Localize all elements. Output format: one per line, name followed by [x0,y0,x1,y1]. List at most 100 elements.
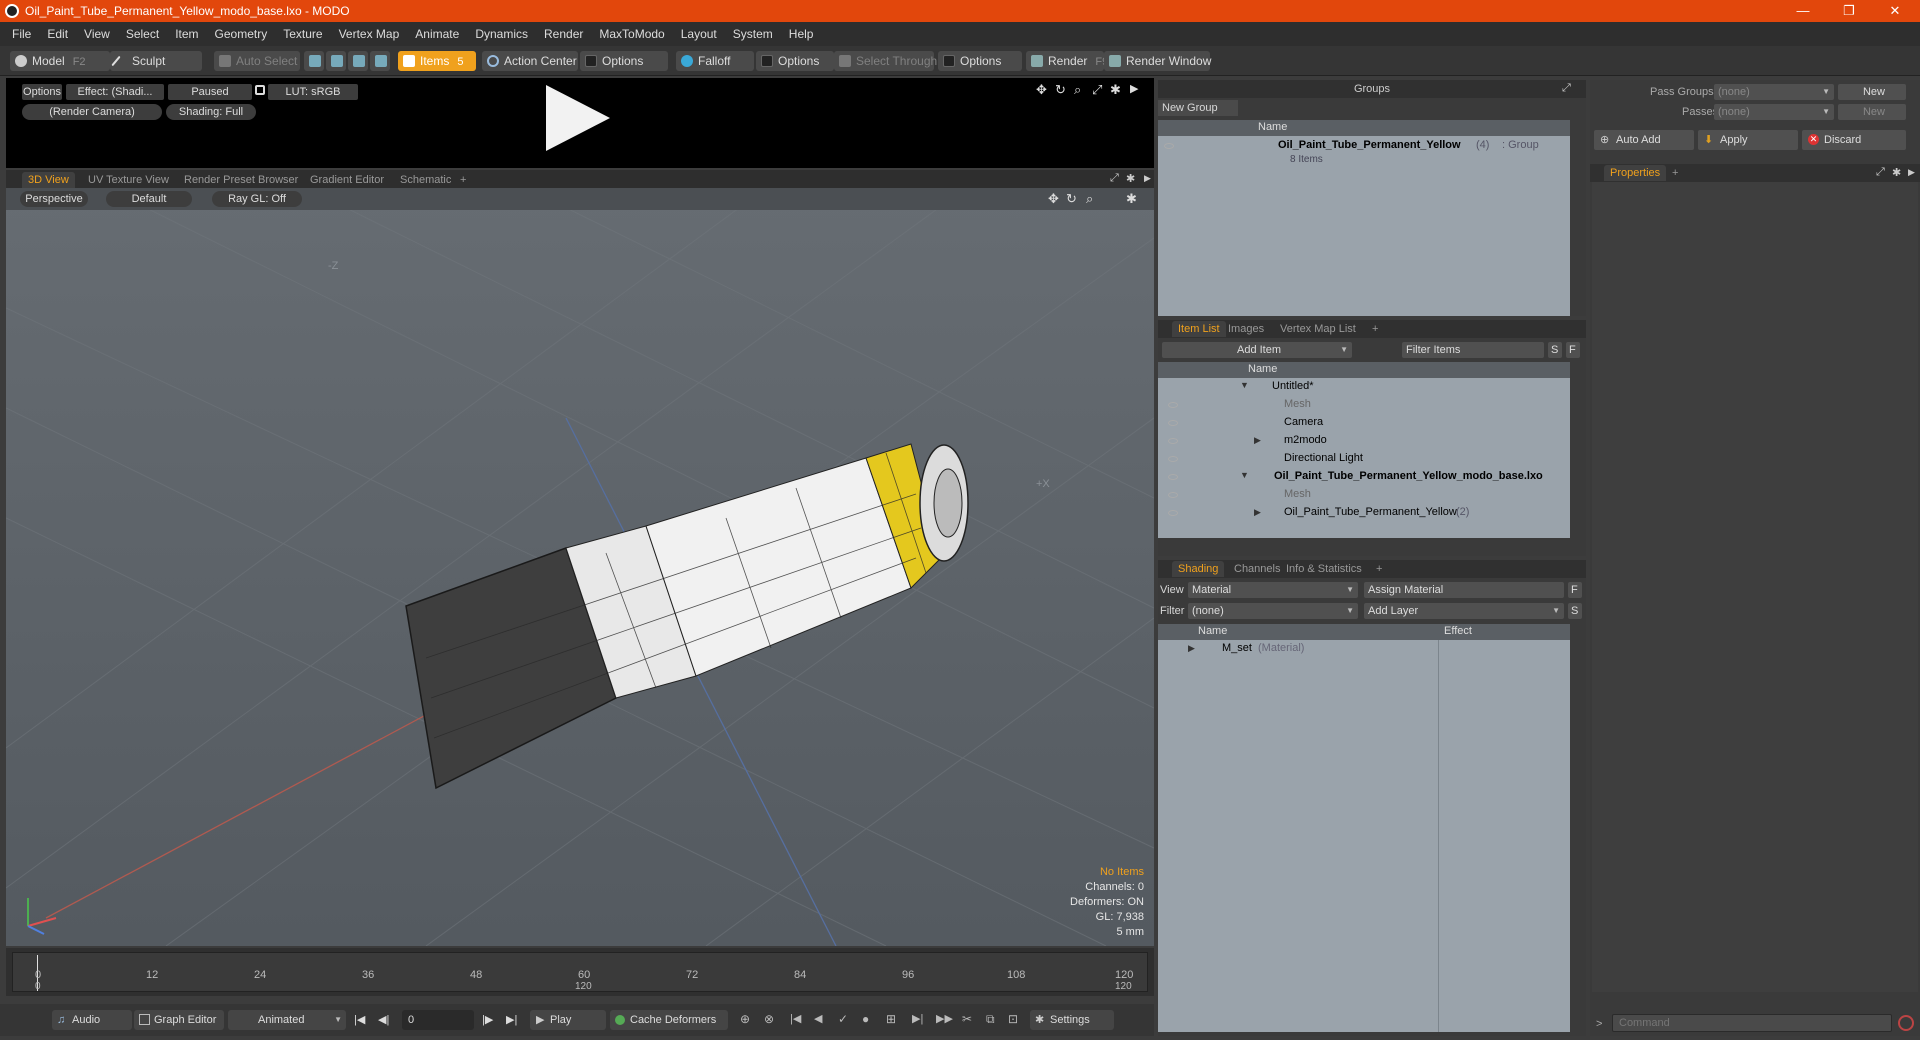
paste-key-icon[interactable]: ⊡ [1008,1012,1018,1026]
last-frame-icon[interactable]: ▶| [506,1013,517,1026]
item-row-camera[interactable]: Camera [1158,414,1570,432]
tab-vertex-map-list[interactable]: Vertex Map List [1274,321,1362,337]
default-dropdown[interactable]: Default [106,191,192,207]
expand-icon[interactable]: ▶ [1254,435,1261,446]
cache-deformers-button[interactable]: Cache Deformers [610,1010,728,1030]
menu-geometry[interactable]: Geometry [207,27,276,41]
tab-uv-texture-view[interactable]: UV Texture View [82,172,175,188]
minimize-icon[interactable]: — [1780,0,1826,22]
play-button[interactable]: ▶ Play [530,1010,606,1030]
play-icon[interactable] [546,85,610,151]
item-row-tube-group[interactable]: ▶ Oil_Paint_Tube_Permanent_Yellow (2) [1158,504,1570,522]
gear-icon[interactable]: ✱ [1126,191,1137,207]
arrow-right-icon[interactable]: ▶ [1144,173,1151,184]
render-button[interactable]: Render F9 [1026,51,1108,71]
new-pass-group-button[interactable]: New [1838,84,1906,100]
arrow-right-icon[interactable]: ▶ [1130,82,1138,95]
next-key2-icon[interactable]: ▶▶ [936,1012,953,1025]
add-item-dropdown[interactable]: Add Item [1162,342,1352,358]
gear-icon[interactable]: ✱ [1110,82,1121,98]
menu-system[interactable]: System [725,27,781,41]
add-tab-button[interactable]: + [1666,165,1684,181]
add-layer-dropdown[interactable]: Add Layer [1364,603,1564,619]
item-row-directional-light[interactable]: Directional Light [1158,450,1570,468]
eye-icon[interactable] [1164,143,1174,149]
edges-mode-button[interactable] [326,51,346,71]
command-input[interactable] [1612,1014,1892,1032]
eye-icon[interactable] [1168,474,1178,480]
menu-select[interactable]: Select [118,27,167,41]
materials-mode-button[interactable] [370,51,390,71]
expand-icon[interactable]: ▶ [1254,507,1261,518]
audio-button[interactable]: ♫ Audio [52,1010,132,1030]
key-all-icon[interactable]: ⊗ [764,1012,774,1026]
menu-texture[interactable]: Texture [275,27,330,41]
camera-dropdown[interactable]: (Render Camera) [22,104,162,120]
view-dropdown[interactable]: Material [1188,582,1358,598]
zoom-icon[interactable]: ⌕ [1074,82,1081,98]
tab-properties[interactable]: Properties [1604,165,1667,181]
gear-icon[interactable]: ✱ [1892,166,1901,179]
sculpt-button[interactable]: Sculpt [110,51,202,71]
vertices-mode-button[interactable] [304,51,324,71]
eye-icon[interactable] [1168,402,1178,408]
action-center-options-button[interactable]: Options [580,51,668,71]
menu-item[interactable]: Item [167,27,206,41]
group-row[interactable]: Oil_Paint_Tube_Permanent_Yellow (4) : Gr… [1158,136,1570,172]
tab-shading[interactable]: Shading [1172,561,1225,577]
paused-button[interactable]: Paused [168,84,252,100]
frame-field[interactable]: 0 [402,1010,474,1030]
prev-frame-icon[interactable]: ◀| [378,1013,389,1026]
shading-f-button[interactable]: F [1568,582,1582,598]
expand-icon[interactable]: ▶ [1188,643,1195,654]
tab-images[interactable]: Images [1222,321,1270,337]
select-through-button[interactable]: Select Through [834,51,937,71]
menu-file[interactable]: File [4,27,39,41]
item-row-mesh-2[interactable]: Mesh [1158,486,1570,504]
item-row-mesh[interactable]: Mesh [1158,396,1570,414]
add-tab-button[interactable]: + [1366,321,1384,337]
lut-dropdown[interactable]: LUT: sRGB [268,84,358,100]
maximize-icon[interactable]: ⤢ [1562,82,1571,95]
key-filter-icon[interactable]: ⊞ [886,1012,896,1026]
menu-help[interactable]: Help [781,27,822,41]
restore-icon[interactable]: ❐ [1826,0,1872,22]
tab-gradient-editor[interactable]: Gradient Editor [304,172,390,188]
expand-icon[interactable]: ▼ [1240,380,1249,390]
graph-editor-button[interactable]: Graph Editor [134,1010,224,1030]
add-tab-button[interactable]: + [1370,561,1388,577]
filter-s-button[interactable]: S [1548,342,1562,358]
shading-dropdown[interactable]: Shading: Full [166,104,256,120]
eye-icon[interactable] [1168,456,1178,462]
cut-key-icon[interactable]: ✂ [962,1012,972,1026]
rotate-icon[interactable]: ↻ [1066,191,1077,207]
menu-vertex-map[interactable]: Vertex Map [331,27,408,41]
action-center-button[interactable]: Action Center [482,51,578,71]
eye-icon[interactable] [1168,420,1178,426]
menu-animate[interactable]: Animate [407,27,467,41]
record-icon[interactable]: ● [862,1012,869,1026]
tab-3d-view[interactable]: 3D View [22,172,75,188]
maximize-icon[interactable]: ⤢ [1876,166,1885,179]
pass-groups-dropdown[interactable]: (none) [1714,84,1834,100]
auto-add-button[interactable]: ⊕ Auto Add [1594,130,1694,150]
expand-icon[interactable]: ▼ [1240,470,1249,480]
menu-maxtomodo[interactable]: MaxToModo [591,27,672,41]
tab-schematic[interactable]: Schematic [394,172,457,188]
pan-icon[interactable]: ✥ [1048,191,1059,207]
filter-items-input[interactable]: Filter Items [1402,342,1544,358]
falloff-options-button[interactable]: Options [756,51,834,71]
add-tab-button[interactable]: + [454,172,472,188]
auto-key-icon[interactable]: ✓ [838,1012,848,1026]
item-row-untitled[interactable]: ▼ Untitled* [1158,378,1570,396]
tab-item-list[interactable]: Item List [1172,321,1226,337]
auto-select-button[interactable]: Auto Select [214,51,300,71]
eye-icon[interactable] [1168,438,1178,444]
settings-button[interactable]: ✱ Settings [1030,1010,1114,1030]
arrow-right-icon[interactable]: ▶ [1908,167,1915,178]
assign-material-button[interactable]: Assign Material [1364,582,1564,598]
menu-edit[interactable]: Edit [39,27,76,41]
animated-dropdown[interactable]: Animated [228,1010,346,1030]
falloff-button[interactable]: Falloff [676,51,754,71]
passes-dropdown[interactable]: (none) [1714,104,1834,120]
